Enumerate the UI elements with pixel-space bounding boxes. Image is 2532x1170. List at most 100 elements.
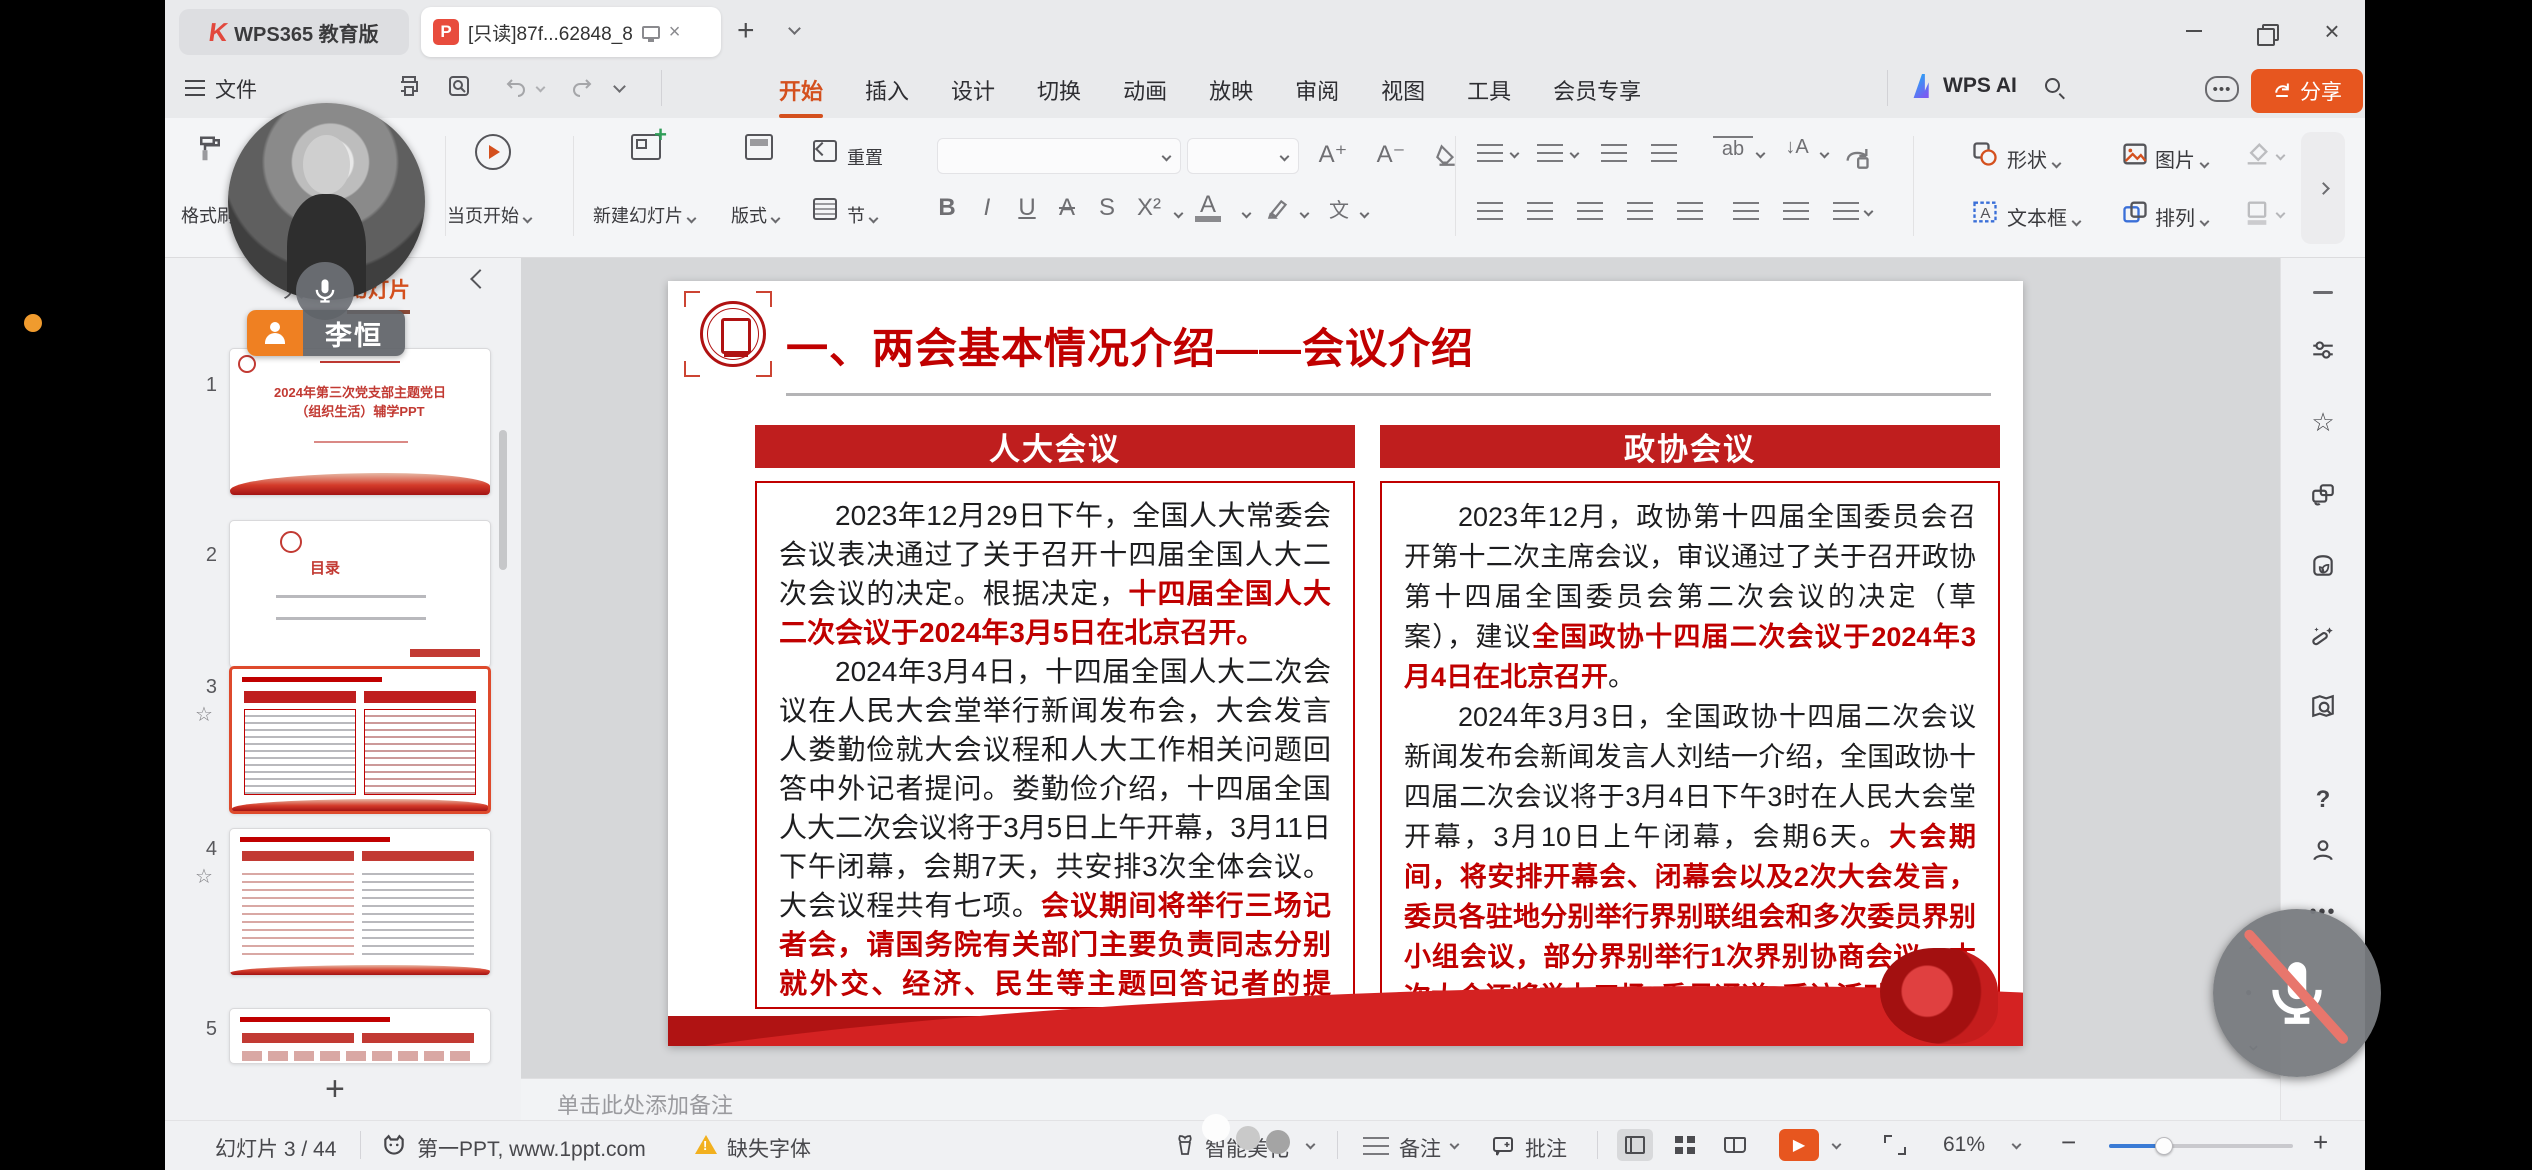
slide-canvas[interactable]: 一、两会基本情况介绍——会议介绍 人大会议 2023年12月29日下午，全国人大…: [668, 281, 2023, 1046]
redo-icon[interactable]: [569, 74, 595, 98]
line-spacing-chevron-icon[interactable]: [1864, 207, 1874, 217]
close-window-button[interactable]: ×: [2315, 16, 2349, 46]
bold-button[interactable]: B: [927, 194, 967, 222]
tab-animation[interactable]: 动画: [1109, 68, 1181, 112]
find-replace-icon[interactable]: [447, 74, 471, 98]
close-document-icon[interactable]: ×: [669, 22, 681, 42]
notes-label[interactable]: 备注: [1399, 1133, 1441, 1163]
picture-icon[interactable]: [2121, 140, 2149, 168]
font-name-select[interactable]: [937, 138, 1181, 174]
line-spacing-up-icon[interactable]: [1733, 202, 1759, 222]
slide-layout-icon[interactable]: [745, 134, 773, 160]
play-from-current-icon[interactable]: [475, 134, 511, 170]
align-center-icon[interactable]: [1527, 202, 1553, 222]
numbered-list-icon[interactable]: [1537, 144, 1563, 164]
superscript-button[interactable]: X²: [1129, 194, 1169, 222]
right-column-header[interactable]: 政协会议: [1380, 425, 2000, 468]
comment-icon[interactable]: [1491, 1134, 1515, 1158]
conference-toolbar-dot[interactable]: [1236, 1126, 1260, 1150]
play-chevron-icon[interactable]: [1832, 1140, 1842, 1150]
undo-icon[interactable]: [503, 74, 529, 98]
new-slide-label[interactable]: 新建幻灯片: [593, 202, 695, 228]
numbered-chevron-icon[interactable]: [1570, 149, 1580, 159]
new-tab-button[interactable]: +: [737, 14, 755, 48]
conference-toolbar-dot[interactable]: [1266, 1130, 1290, 1154]
section-icon[interactable]: [813, 198, 837, 220]
tab-review[interactable]: 审阅: [1281, 68, 1353, 112]
outline-chevron-icon[interactable]: [2276, 209, 2286, 219]
tab-view[interactable]: 视图: [1367, 68, 1439, 112]
format-painter-icon[interactable]: [195, 134, 225, 164]
char-spacing-chevron-icon[interactable]: [1756, 149, 1766, 159]
pinyin-guide-button[interactable]: 文: [1319, 194, 1359, 223]
convert-case-icon[interactable]: [1843, 142, 1871, 170]
more-options-button[interactable]: •••: [2205, 76, 2239, 102]
minimize-button[interactable]: [2177, 16, 2211, 46]
bullet-list-icon[interactable]: [1477, 144, 1503, 164]
decrease-font-icon[interactable]: A⁻: [1371, 140, 1411, 169]
char-spacing-button[interactable]: ab: [1713, 136, 1753, 161]
right-column-body[interactable]: 2023年12月，政协第十四届全国委员会召开第十二次主席会议，审议通过了关于召开…: [1380, 481, 2000, 1009]
tab-list-chevron-icon[interactable]: [788, 22, 801, 35]
picture-label[interactable]: 图片: [2155, 144, 2208, 173]
object-properties-icon[interactable]: [2305, 332, 2341, 368]
section-label[interactable]: 节: [847, 202, 877, 228]
hide-toolbar-icon[interactable]: [2305, 274, 2341, 310]
line-spacing-down-icon[interactable]: [1783, 202, 1809, 222]
document-tab[interactable]: P [只读]87f...62848_8 ×: [421, 7, 721, 57]
notes-chevron-icon[interactable]: [1450, 1140, 1460, 1150]
tab-insert[interactable]: 插入: [851, 68, 923, 112]
comment-label[interactable]: 批注: [1525, 1133, 1567, 1163]
zoom-in-button[interactable]: +: [2313, 1127, 2328, 1158]
slideshow-play-button[interactable]: ▶: [1779, 1129, 1819, 1161]
help-icon[interactable]: ?: [2305, 782, 2341, 818]
tab-design[interactable]: 设计: [937, 68, 1009, 112]
wps-ai-icon[interactable]: [1910, 74, 1934, 98]
outline-color-icon[interactable]: [2243, 198, 2271, 226]
smart-beautify-icon[interactable]: [2305, 618, 2341, 654]
animation-effects-icon[interactable]: ☆: [2305, 404, 2341, 440]
notes-icon[interactable]: [1363, 1137, 1389, 1157]
font-color-button[interactable]: A: [1195, 194, 1221, 222]
shapes-icon[interactable]: [1971, 140, 1999, 168]
print-icon[interactable]: [397, 74, 421, 98]
slide-thumbnail-4[interactable]: [229, 828, 491, 976]
slide-thumbnail-3-current[interactable]: [229, 666, 491, 814]
reset-slide-label[interactable]: 重置: [847, 144, 883, 170]
template-source-icon[interactable]: [381, 1133, 407, 1159]
align-right-icon[interactable]: [1577, 202, 1603, 222]
home-tab[interactable]: K WPS365 教育版: [179, 9, 409, 55]
increase-indent-icon[interactable]: [1651, 144, 1677, 164]
ribbon-expand-button[interactable]: [2301, 132, 2345, 244]
menu-hamburger-icon[interactable]: [185, 80, 205, 96]
mute-microphone-button[interactable]: [2213, 909, 2381, 1077]
zoom-chevron-icon[interactable]: [2012, 1140, 2022, 1150]
contact-support-icon[interactable]: [2305, 832, 2341, 868]
tab-member[interactable]: 会员专享: [1539, 68, 1655, 112]
slide-title[interactable]: 一、两会基本情况介绍——会议介绍: [786, 315, 1474, 376]
file-menu[interactable]: 文件: [215, 74, 257, 104]
wps-ai-label[interactable]: WPS AI: [1943, 74, 2017, 98]
highlight-chevron-icon[interactable]: [1300, 209, 1310, 219]
search-icon[interactable]: [2045, 78, 2060, 93]
font-color-chevron-icon[interactable]: [1242, 209, 1252, 219]
notes-bar[interactable]: 单击此处添加备注: [521, 1078, 2280, 1120]
fit-to-window-button[interactable]: [1877, 1129, 1913, 1161]
left-column-body[interactable]: 2023年12月29日下午，全国人大常委会会议表决通过了关于召开十四届全国人大二…: [755, 481, 1355, 1009]
shapes-label[interactable]: 形状: [2007, 144, 2060, 173]
increase-font-icon[interactable]: A⁺: [1313, 140, 1353, 169]
tab-tools[interactable]: 工具: [1453, 68, 1525, 112]
new-slide-icon[interactable]: [631, 134, 661, 160]
slide-transition-icon[interactable]: [2305, 476, 2341, 512]
missing-fonts-label[interactable]: 缺失字体: [727, 1133, 811, 1163]
navigation-pane-icon[interactable]: [2305, 688, 2341, 724]
underline-button[interactable]: U: [1007, 194, 1047, 222]
present-mode-icon[interactable]: [642, 26, 660, 39]
fill-color-chevron-icon[interactable]: [2276, 151, 2286, 161]
left-column-header[interactable]: 人大会议: [755, 425, 1355, 468]
bullet-chevron-icon[interactable]: [1510, 149, 1520, 159]
zoom-level[interactable]: 61%: [1943, 1133, 1985, 1157]
zoom-slider[interactable]: [2109, 1144, 2293, 1148]
text-direction-chevron-icon[interactable]: [1820, 149, 1830, 159]
decrease-indent-icon[interactable]: [1601, 144, 1627, 164]
